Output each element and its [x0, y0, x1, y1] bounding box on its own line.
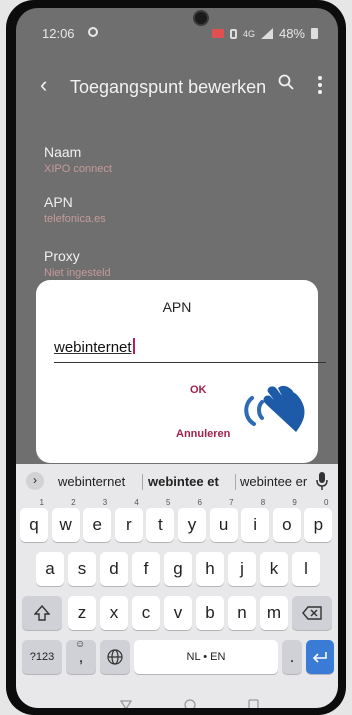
suggestion-3[interactable]: webintee er — [240, 474, 307, 489]
setting-label: Naam — [44, 144, 82, 160]
backspace-key[interactable] — [292, 596, 332, 630]
key-number-hint: 3 — [102, 498, 108, 507]
key-r[interactable]: r4 — [114, 498, 143, 542]
search-icon[interactable] — [278, 74, 294, 90]
recents-nav-icon[interactable] — [248, 699, 259, 708]
setting-proxy[interactable]: Proxy Niet ingesteld — [44, 248, 111, 279]
suggestion-divider — [235, 474, 236, 490]
key-j[interactable]: j — [228, 552, 256, 586]
notification-icon — [88, 27, 98, 37]
globe-icon — [107, 649, 123, 665]
key-q[interactable]: q1 — [20, 498, 48, 542]
suggestion-2[interactable]: webintee et — [148, 474, 219, 489]
key-number-hint: 0 — [323, 498, 329, 507]
page-title: Toegangspunt bewerken — [70, 77, 267, 97]
key-s[interactable]: s — [68, 552, 96, 586]
setting-value: Niet ingesteld — [44, 267, 111, 279]
enter-key[interactable] — [306, 640, 334, 674]
key-c[interactable]: c — [132, 596, 160, 630]
key-z[interactable]: z — [68, 596, 96, 630]
suggestion-bar: › webinternet webintee et webintee er — [16, 464, 338, 500]
home-nav-icon[interactable] — [184, 699, 196, 708]
status-icons: 4G 48% — [211, 26, 318, 41]
battery-percent: 48% — [278, 26, 305, 41]
signal-icon — [260, 28, 273, 39]
ok-button[interactable]: OK — [190, 384, 207, 396]
key-k[interactable]: k — [260, 552, 288, 586]
key-number-hint: 8 — [260, 498, 266, 507]
setting-naam[interactable]: Naam XIPO connect — [44, 144, 112, 175]
key-number-hint: 7 — [229, 498, 234, 507]
key-number-hint: 2 — [71, 498, 76, 507]
vibrate-icon — [229, 28, 237, 39]
key-number-hint: 5 — [165, 498, 171, 507]
key-p[interactable]: p0 — [304, 498, 333, 542]
setting-apn[interactable]: APN telefonica.es — [44, 194, 106, 225]
key-number-hint: 6 — [197, 498, 202, 507]
microphone-icon[interactable] — [316, 472, 328, 490]
dialog-title: APN — [162, 299, 192, 315]
screen: 12:06 4G 48% ‹ Toegangspunt bewerken Naa… — [16, 8, 338, 708]
suggestion-1[interactable]: webinternet — [58, 474, 125, 489]
setting-label: Proxy — [44, 248, 80, 264]
key-b[interactable]: b — [196, 596, 224, 630]
nav-bar — [16, 698, 338, 708]
arrow-left-icon[interactable]: ‹ — [40, 72, 47, 98]
key-i[interactable]: i8 — [241, 498, 270, 542]
setting-value: telefonica.es — [44, 213, 106, 225]
phone-frame: 12:06 4G 48% ‹ Toegangspunt bewerken Naa… — [6, 0, 346, 715]
comma-key[interactable]: , ☺ — [66, 639, 96, 674]
space-key[interactable]: NL • EN — [134, 640, 278, 674]
key-y[interactable]: y6 — [178, 498, 206, 542]
apn-input[interactable]: webinternet — [54, 338, 326, 363]
app-bar: ‹ Toegangspunt bewerken — [16, 70, 338, 110]
key-f[interactable]: f — [132, 552, 160, 586]
more-vert-icon[interactable] — [318, 76, 322, 97]
back-nav-icon[interactable] — [120, 700, 132, 708]
key-l[interactable]: l — [292, 552, 320, 586]
setting-value: XIPO connect — [44, 163, 112, 175]
key-number-hint: 4 — [134, 498, 139, 507]
chevron-right-icon[interactable]: › — [26, 472, 44, 490]
key-o[interactable]: o9 — [272, 498, 301, 542]
shift-icon — [33, 604, 51, 621]
key-number-hint: 1 — [39, 498, 44, 507]
language-key[interactable] — [100, 640, 130, 674]
key-a[interactable]: a — [36, 552, 64, 586]
enter-icon — [312, 652, 327, 663]
battery-icon — [311, 28, 318, 39]
pointing-hand-icon — [244, 385, 305, 432]
key-t[interactable]: t5 — [146, 498, 175, 542]
message-icon — [211, 29, 224, 38]
keyboard: › webinternet webintee et webintee er q1… — [16, 464, 338, 708]
cancel-button[interactable]: Annuleren — [176, 428, 230, 440]
key-x[interactable]: x — [100, 596, 128, 630]
key-number-hint: 9 — [292, 498, 297, 507]
status-time: 12:06 — [42, 26, 75, 41]
key-h[interactable]: h — [196, 552, 224, 586]
apn-dialog: APN webinternet OK Annuleren — [36, 280, 326, 463]
key-g[interactable]: g — [164, 552, 192, 586]
period-key[interactable]: . — [282, 640, 302, 674]
key-d[interactable]: d — [100, 552, 128, 586]
key-u[interactable]: u7 — [209, 498, 238, 542]
setting-label: APN — [44, 194, 73, 210]
key-w[interactable]: w2 — [51, 498, 80, 542]
suggestion-divider — [142, 474, 143, 490]
key-v[interactable]: v — [164, 596, 192, 630]
apn-input-value: webinternet — [54, 339, 132, 356]
emoji-icon: ☺ — [75, 639, 86, 650]
network-type: 4G — [242, 28, 255, 39]
symbols-key[interactable]: ?123 — [22, 640, 62, 674]
shift-key[interactable] — [22, 596, 62, 630]
key-e[interactable]: e3 — [83, 498, 112, 542]
backspace-icon — [302, 606, 322, 620]
status-bar: 12:06 4G 48% — [16, 8, 338, 48]
key-m[interactable]: m — [260, 596, 288, 630]
key-n[interactable]: n — [228, 596, 256, 630]
text-cursor — [132, 338, 135, 354]
